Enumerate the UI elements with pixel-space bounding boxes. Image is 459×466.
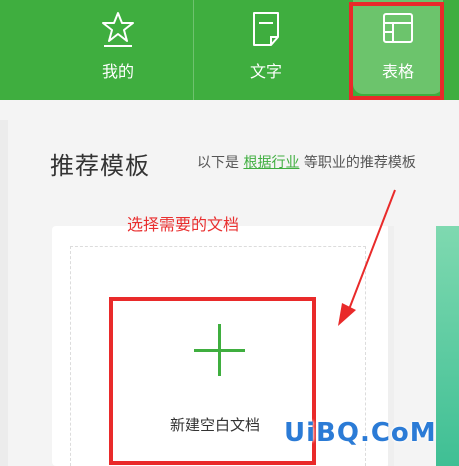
watermark: UiBQ.CoM — [284, 418, 437, 448]
arrow-icon — [338, 189, 396, 326]
